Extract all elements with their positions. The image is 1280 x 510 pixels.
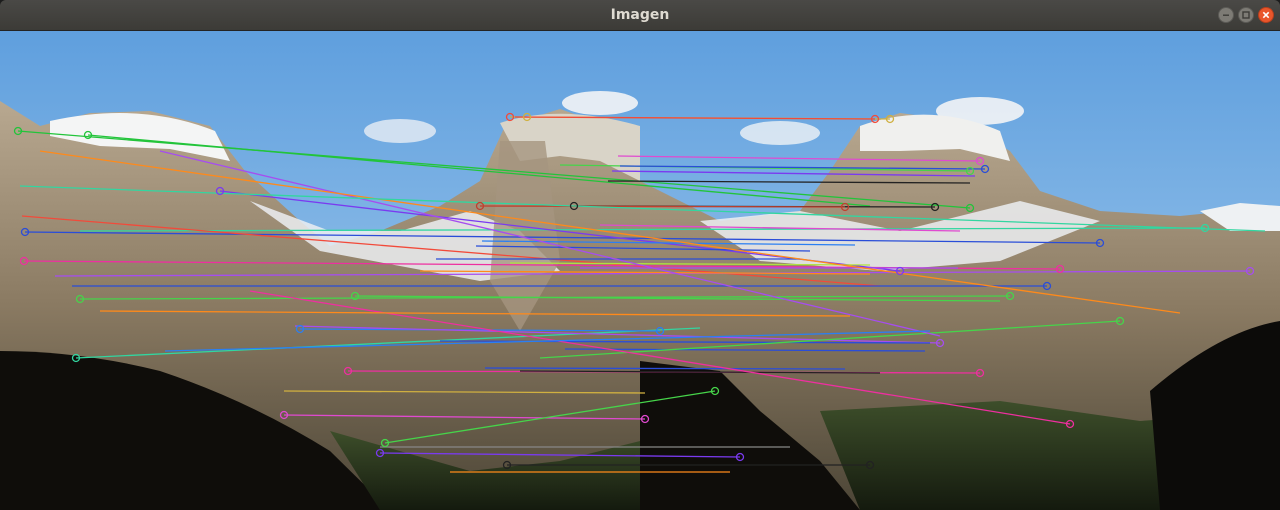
- maximize-icon[interactable]: [1238, 7, 1254, 23]
- close-icon[interactable]: [1258, 7, 1274, 23]
- right-photo: [640, 31, 1280, 510]
- image-canvas: [0, 31, 1280, 510]
- app-window: Imagen: [0, 0, 1280, 510]
- window-title: Imagen: [610, 7, 670, 23]
- title-bar[interactable]: Imagen: [0, 0, 1280, 31]
- minimize-icon[interactable]: [1218, 7, 1234, 23]
- left-photo: [0, 31, 640, 510]
